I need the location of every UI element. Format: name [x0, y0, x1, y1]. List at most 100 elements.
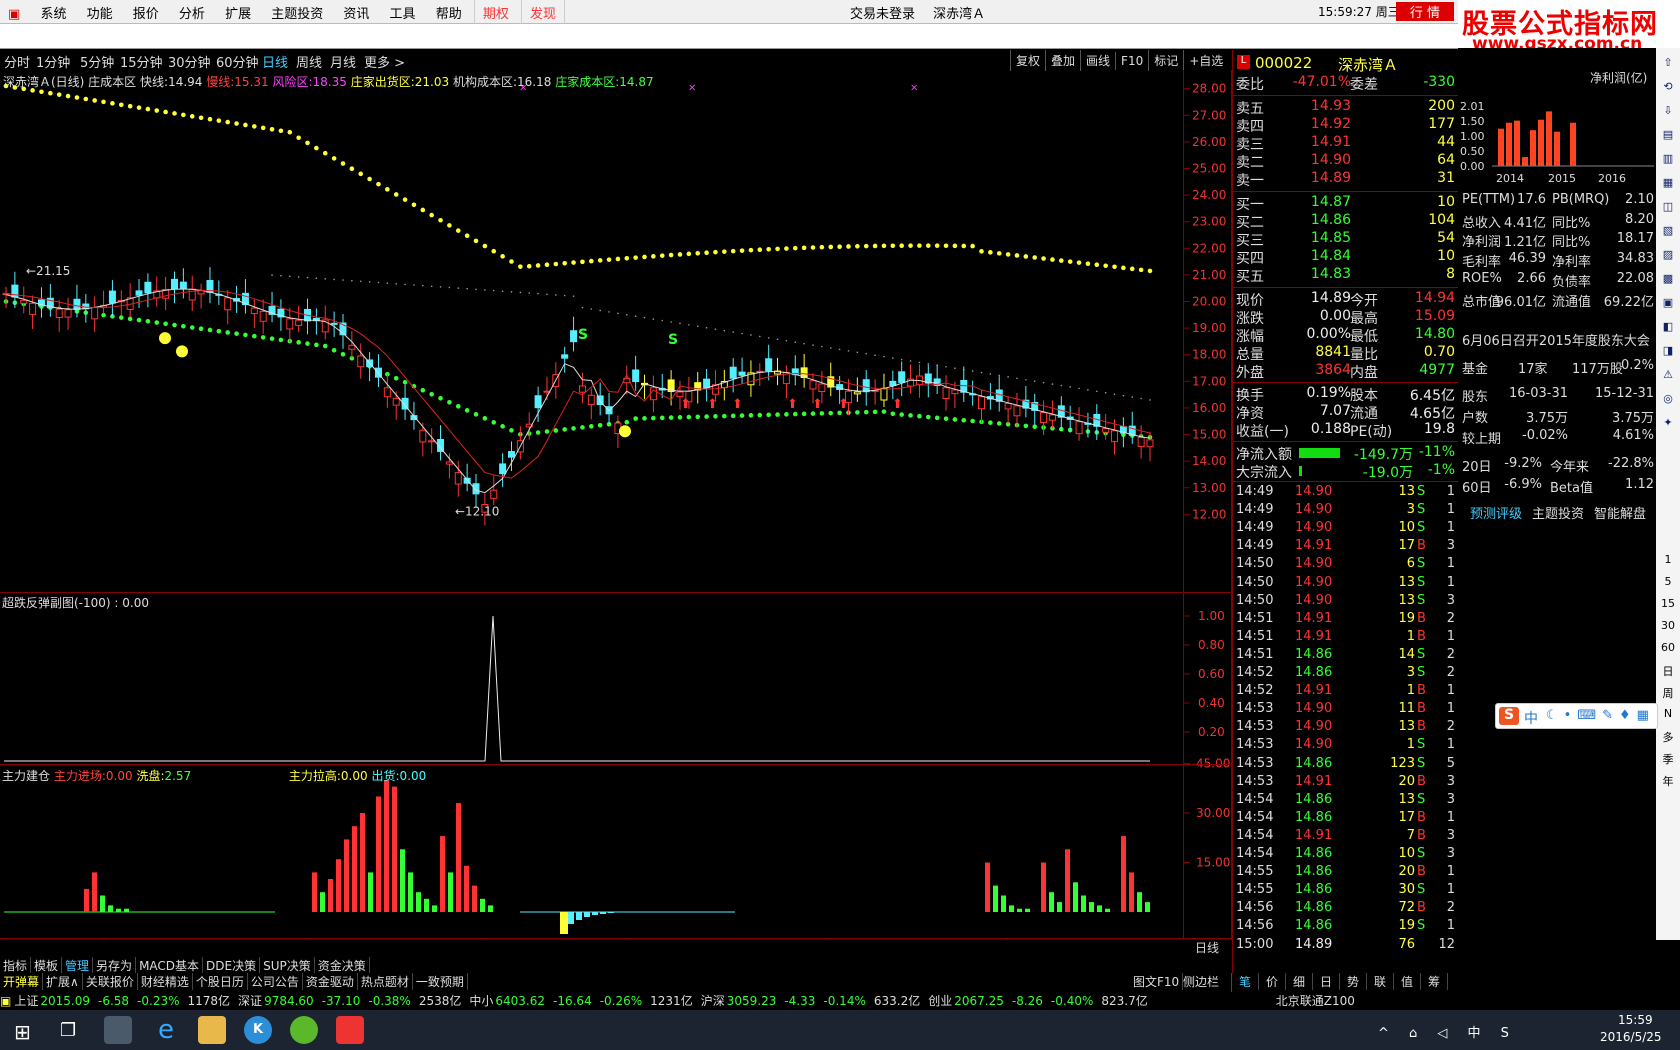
sidebar-tool-icon[interactable]: ▨ — [1660, 248, 1676, 264]
index-item[interactable]: 上证 2015.09 -6.58 -0.23% 1178亿 — [14, 994, 230, 1008]
sidebar-tool-icon[interactable]: ◨ — [1660, 344, 1676, 360]
index-item[interactable]: 沪深 3059.23 -4.33 -0.14% 633.2亿 — [701, 994, 921, 1008]
ime-toolbar[interactable]: S 中 ☾•⌨✎♦▦ — [1495, 703, 1658, 729]
kline-chart[interactable]: 28.00 27.00 26.00 25.00 24.00 23.00 22.00 21.00… — [0, 70, 1232, 940]
folder-icon[interactable] — [198, 1016, 226, 1044]
stock-app-icon[interactable] — [336, 1016, 364, 1044]
indicator-tab-4[interactable]: MACD基本 — [136, 957, 204, 974]
period-4[interactable]: 30分钟 — [168, 52, 211, 71]
index-item[interactable]: 创业 2067.25 -8.26 -0.40% 823.7亿 — [928, 994, 1148, 1008]
sidebar-tool-icon[interactable]: ⟲ — [1660, 80, 1676, 96]
sidebar-period[interactable]: 季 — [1660, 751, 1676, 767]
menu-options[interactable]: 期权 — [473, 0, 517, 25]
indicator-tab-2[interactable]: 管理 — [62, 957, 94, 974]
menu-news[interactable]: 资讯 — [335, 0, 377, 25]
sidebar-period[interactable]: N — [1660, 707, 1676, 723]
index-item[interactable]: 深证 9784.60 -37.10 -0.38% 2538亿 — [238, 994, 461, 1008]
function-tab-6[interactable]: 资金驱动 — [303, 973, 358, 990]
tray-time[interactable]: 15:59 — [1618, 1013, 1653, 1027]
function-tab-7[interactable]: 热点题材 — [358, 973, 413, 990]
period-2[interactable]: 5分钟 — [80, 52, 114, 71]
ime-mode[interactable]: 中 — [1524, 708, 1538, 728]
function-tab-3[interactable]: 财经精选 — [138, 973, 193, 990]
btn-draw[interactable]: 画线 — [1080, 50, 1115, 71]
sogou-icon[interactable]: S — [1499, 707, 1519, 725]
index-item[interactable]: 中小 6403.62 -16.64 -0.26% 1231亿 — [469, 994, 692, 1008]
quote-tab-3[interactable]: 日 — [1313, 973, 1340, 990]
menu-extend[interactable]: 扩展 — [217, 0, 259, 25]
trade-button[interactable]: 行 情 — [1396, 2, 1454, 21]
sidebar-tool-icon[interactable]: ⇩ — [1660, 104, 1676, 120]
sidebar-period[interactable]: 60 — [1660, 641, 1676, 657]
sidebar-tool-icon[interactable]: ▧ — [1660, 224, 1676, 240]
function-right-0[interactable]: 图文F10 — [1130, 973, 1184, 990]
indicator-tab-1[interactable]: 模板 — [31, 957, 63, 974]
sidebar-period[interactable]: 15 — [1660, 597, 1676, 613]
menu-quote[interactable]: 报价 — [125, 0, 167, 25]
btn-mark[interactable]: 标记 — [1148, 50, 1183, 71]
menu-theme[interactable]: 主题投资 — [263, 0, 331, 25]
quote-tab-5[interactable]: 联 — [1367, 973, 1394, 990]
green-app-icon[interactable] — [290, 1016, 318, 1044]
indicator-tab-6[interactable]: SUP决策 — [260, 957, 315, 974]
sidebar-tool-icon[interactable]: ▥ — [1660, 152, 1676, 168]
btn-add-watch[interactable]: +自选 — [1183, 50, 1228, 71]
function-tab-8[interactable]: 一致预期 — [413, 973, 468, 990]
indicator-tab-7[interactable]: 资金决策 — [315, 957, 370, 974]
function-tab-1[interactable]: 扩展∧ — [43, 973, 83, 990]
sidebar-period[interactable]: 5 — [1660, 575, 1676, 591]
sidebar-tool-icon[interactable]: ▣ — [1660, 296, 1676, 312]
function-tab-5[interactable]: 公司公告 — [248, 973, 303, 990]
sidebar-tool-icon[interactable]: ◧ — [1660, 320, 1676, 336]
period-1[interactable]: 1分钟 — [36, 52, 70, 71]
k-app-icon[interactable]: K — [244, 1016, 272, 1044]
sidebar-tool-icon[interactable]: ▩ — [1660, 272, 1676, 288]
menu-help[interactable]: 帮助 — [428, 0, 470, 25]
ticker-extra[interactable]: 北京联通Z100 — [1276, 994, 1355, 1008]
period-8[interactable]: 月线 — [330, 52, 356, 71]
sidebar-tool-icon[interactable]: ◎ — [1660, 392, 1676, 408]
period-7[interactable]: 周线 — [296, 52, 322, 71]
period-6[interactable]: 日线 — [262, 52, 288, 71]
btn-overlay[interactable]: 叠加 — [1045, 50, 1080, 71]
sidebar-tool-icon[interactable]: ✦ — [1660, 416, 1676, 432]
sidebar-period[interactable]: 周 — [1660, 685, 1676, 701]
fund-link-1[interactable]: 主题投资 — [1532, 503, 1592, 523]
sidebar-period[interactable]: 多 — [1660, 729, 1676, 745]
sidebar-tool-icon[interactable]: ⚠ — [1660, 368, 1676, 384]
btn-f10[interactable]: F10 — [1115, 52, 1148, 70]
menu-analysis[interactable]: 分析 — [171, 0, 213, 25]
period-9[interactable]: 更多 > — [364, 52, 405, 71]
indicator-tab-5[interactable]: DDE决策 — [203, 957, 261, 974]
quote-tab-0[interactable]: 笔 — [1232, 973, 1259, 990]
period-0[interactable]: 分时 — [4, 52, 30, 71]
edge-icon[interactable]: e — [152, 1016, 180, 1044]
sidebar-period[interactable]: 年 — [1660, 773, 1676, 789]
quote-tab-1[interactable]: 价 — [1259, 973, 1286, 990]
menu-discover[interactable]: 发现 — [521, 0, 566, 25]
ime-icons[interactable]: ☾•⌨✎♦▦ — [1546, 708, 1655, 723]
ticker-icon[interactable]: ▣ — [0, 994, 11, 1008]
fund-notice[interactable]: 6月06日召开2015年度股东大会 — [1462, 330, 1654, 350]
sidebar-tool-icon[interactable]: ▤ — [1660, 128, 1676, 144]
quote-tab-2[interactable]: 细 — [1286, 973, 1313, 990]
function-tab-2[interactable]: 关联报价 — [83, 973, 138, 990]
fund-link-0[interactable]: 预测评级 — [1470, 503, 1530, 523]
indicator-tab-0[interactable]: 指标 — [0, 957, 32, 974]
tray-date[interactable]: 2016/5/25 — [1600, 1030, 1662, 1044]
task-view-icon[interactable]: ❐ — [60, 1020, 76, 1041]
menu-tools[interactable]: 工具 — [382, 0, 424, 25]
app-icon[interactable]: ▣ — [0, 4, 28, 25]
period-5[interactable]: 60分钟 — [216, 52, 259, 71]
quote-tab-4[interactable]: 势 — [1340, 973, 1367, 990]
app-shell-icon[interactable] — [104, 1016, 132, 1044]
menu-function[interactable]: 功能 — [79, 0, 121, 25]
windows-start-icon[interactable]: ⊞ — [14, 1020, 31, 1044]
indicator-tab-3[interactable]: 另存为 — [93, 957, 137, 974]
sidebar-period[interactable]: 30 — [1660, 619, 1676, 635]
btn-fuquan[interactable]: 复权 — [1010, 50, 1045, 71]
quote-tab-6[interactable]: 值 — [1394, 973, 1421, 990]
sidebar-tool-icon[interactable]: ⇧ — [1660, 56, 1676, 72]
trade-status[interactable]: 交易未登录 — [850, 7, 915, 22]
tray-icons[interactable]: ^ ⌂ ◁ 中 S — [1378, 1022, 1517, 1041]
